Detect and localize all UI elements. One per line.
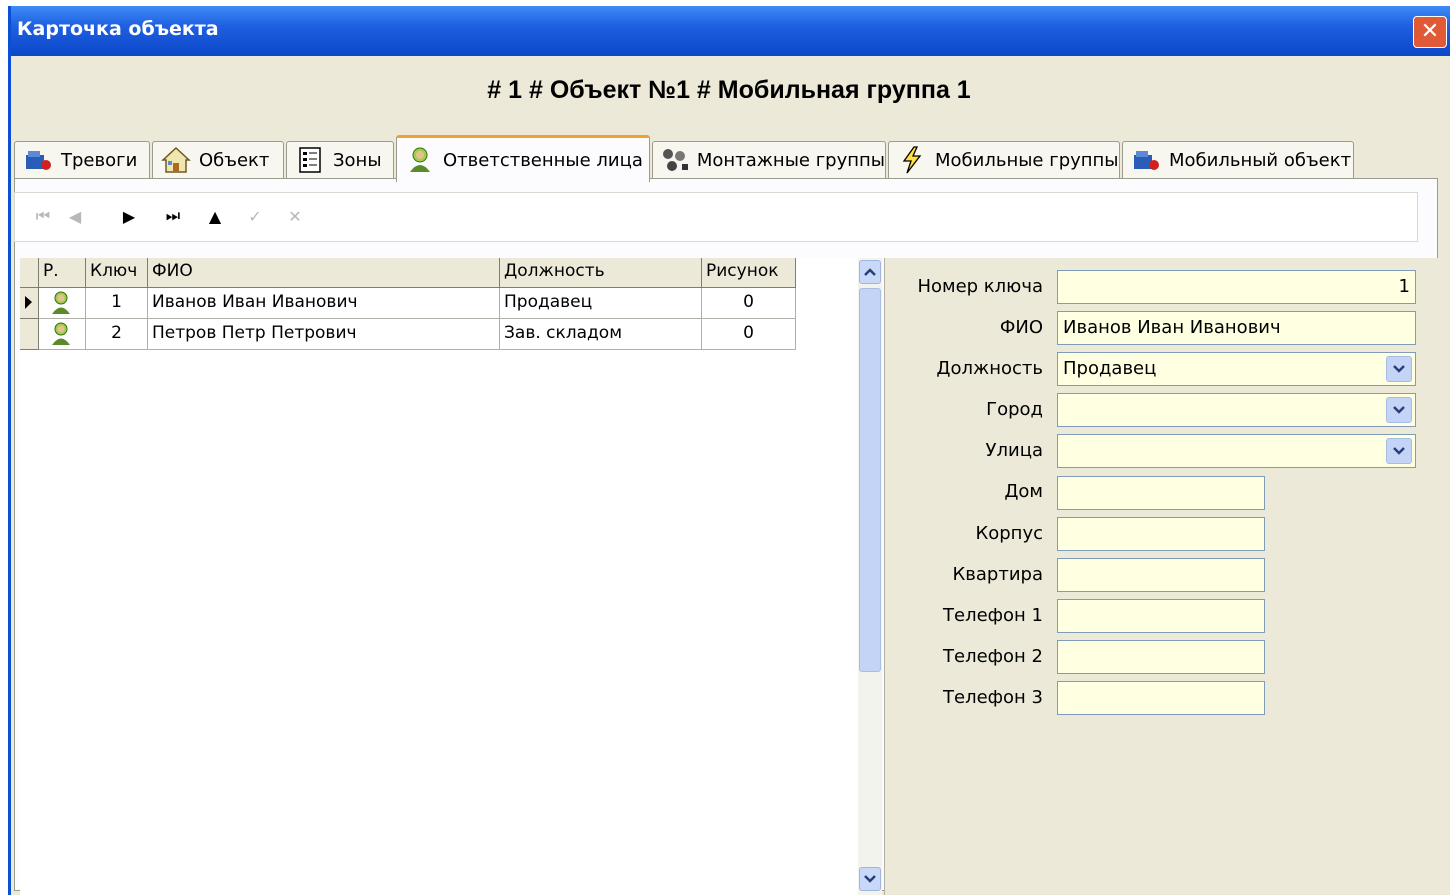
grid-corner — [20, 258, 39, 288]
building-label: Корпус — [975, 523, 1043, 544]
tab-label: Ответственные лица — [443, 149, 643, 171]
chevron-down-icon — [1393, 447, 1405, 455]
dropdown-button[interactable] — [1386, 397, 1412, 423]
tab-install-groups[interactable]: Монтажные группы — [652, 141, 886, 178]
table-cell-r[interactable] — [39, 288, 86, 319]
scroll-up-button[interactable] — [859, 260, 881, 284]
scroll-thumb[interactable] — [859, 288, 881, 672]
row-indicator[interactable] — [20, 319, 39, 350]
navigator-toolbar: ⏮ ◀ ▶ ⏭ ▲ ✓ ✕ — [14, 192, 1418, 242]
table-cell-picture[interactable]: 0 — [702, 319, 796, 350]
window-title: Карточка объекта — [17, 18, 219, 40]
tab-zones[interactable]: Зоны — [286, 141, 394, 178]
table-cell-name[interactable]: Петров Петр Петрович — [148, 319, 500, 350]
building-field[interactable] — [1057, 517, 1265, 551]
object-header: # 1 # Объект №1 # Мобильная группа 1 — [487, 76, 971, 104]
table-cell-name[interactable]: Иванов Иван Иванович — [148, 288, 500, 319]
tab-object[interactable]: Объект — [152, 141, 284, 178]
insert-record-button[interactable]: ▲ — [201, 201, 229, 231]
tab-label: Мобильные группы — [935, 149, 1119, 171]
zones-icon — [293, 145, 327, 175]
phone2-field[interactable] — [1057, 640, 1265, 674]
table-cell-picture[interactable]: 0 — [702, 288, 796, 319]
house-icon — [159, 145, 193, 175]
apartment-label: Квартира — [952, 564, 1043, 585]
phone3-label: Телефон 3 — [943, 687, 1043, 708]
street-label: Улица — [985, 440, 1043, 461]
key-field[interactable]: 1 — [1057, 270, 1416, 304]
lightning-icon — [895, 145, 929, 175]
row-indicator[interactable] — [20, 288, 39, 319]
tab-label: Тревоги — [61, 149, 138, 171]
position-label: Должность — [936, 358, 1043, 379]
street-select[interactable] — [1057, 434, 1416, 468]
chevron-down-icon — [1393, 365, 1405, 373]
scroll-down-button[interactable] — [859, 867, 881, 891]
city-select[interactable] — [1057, 393, 1416, 427]
city-label: Город — [986, 399, 1043, 420]
table-cell-key[interactable]: 1 — [86, 288, 148, 319]
alarm-icon — [21, 145, 55, 175]
table-cell-key[interactable]: 2 — [86, 319, 148, 350]
position-select-value: Продавец — [1063, 358, 1157, 379]
title-bar[interactable]: Карточка объекта ✕ — [11, 6, 1450, 56]
first-record-button[interactable]: ⏮ — [29, 201, 57, 231]
column-header-key[interactable]: Ключ — [86, 258, 148, 288]
post-record-button[interactable]: ✓ — [241, 201, 269, 231]
phone3-field[interactable] — [1057, 681, 1265, 715]
tab-alarms[interactable]: Тревоги — [14, 141, 150, 178]
tab-responsible-persons[interactable]: Ответственные лица — [396, 135, 650, 182]
next-record-button[interactable]: ▶ — [115, 201, 143, 231]
tab-label: Объект — [199, 149, 270, 171]
person-icon — [403, 145, 437, 175]
tab-mobile-object[interactable]: Мобильный объект — [1122, 141, 1354, 178]
current-row-arrow-icon — [25, 296, 32, 309]
grid-vertical-scrollbar[interactable] — [858, 258, 882, 895]
mobile-object-icon — [1129, 145, 1163, 175]
name-label: ФИО — [999, 317, 1043, 338]
column-header-picture[interactable]: Рисунок — [702, 258, 796, 288]
persons-grid: Р. Ключ ФИО Должность Рисунок 1 Иванов И… — [20, 258, 868, 895]
phone1-field[interactable] — [1057, 599, 1265, 633]
table-cell-position[interactable]: Продавец — [500, 288, 702, 319]
chevron-down-icon — [1393, 406, 1405, 414]
house-field[interactable] — [1057, 476, 1265, 510]
tab-label: Монтажные группы — [696, 149, 885, 171]
key-label: Номер ключа — [917, 276, 1043, 297]
tab-label: Зоны — [333, 149, 382, 171]
name-field[interactable]: Иванов Иван Иванович — [1057, 311, 1416, 345]
last-record-button[interactable]: ⏭ — [159, 201, 187, 231]
phone2-label: Телефон 2 — [943, 646, 1043, 667]
table-cell-r[interactable] — [39, 319, 86, 350]
column-header-name[interactable]: ФИО — [148, 258, 500, 288]
person-icon — [52, 291, 70, 314]
column-header-position[interactable]: Должность — [500, 258, 702, 288]
apartment-field[interactable] — [1057, 558, 1265, 592]
cancel-record-button[interactable]: ✕ — [281, 201, 309, 231]
column-header-r[interactable]: Р. — [39, 258, 86, 288]
dropdown-button[interactable] — [1386, 438, 1412, 464]
chevron-down-icon — [864, 875, 876, 883]
position-select[interactable]: Продавец — [1057, 352, 1416, 386]
house-label: Дом — [1004, 481, 1043, 502]
install-group-icon — [659, 145, 691, 175]
phone1-label: Телефон 1 — [943, 605, 1043, 626]
dropdown-button[interactable] — [1386, 356, 1412, 382]
prior-record-button[interactable]: ◀ — [61, 201, 89, 231]
person-detail-form: Номер ключа 1 ФИО Иванов Иван Иванович Д… — [889, 258, 1440, 895]
close-button[interactable]: ✕ — [1413, 16, 1447, 48]
tab-label: Мобильный объект — [1169, 149, 1352, 171]
tab-mobile-groups[interactable]: Мобильные группы — [888, 141, 1120, 178]
person-icon — [52, 322, 70, 345]
chevron-up-icon — [864, 268, 876, 276]
table-cell-position[interactable]: Зав. складом — [500, 319, 702, 350]
